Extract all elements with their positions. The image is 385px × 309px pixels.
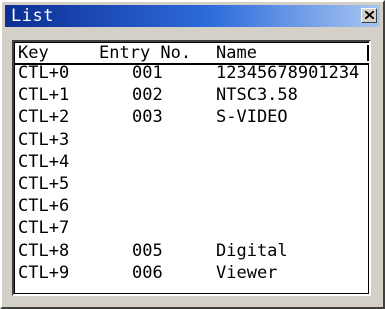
row-key: CTL+7 — [18, 218, 70, 239]
list-row[interactable]: CTL+2 003 S-VIDEO — [15, 107, 369, 130]
list-row[interactable]: CTL+1 002 NTSC3.58 — [15, 85, 369, 108]
row-key: CTL+8 — [18, 240, 70, 261]
column-header-entry-no: Entry No. — [99, 43, 192, 63]
row-key: CTL+6 — [18, 196, 70, 217]
row-entry-no: 003 — [132, 107, 163, 128]
list-window: List Key Entry No. Name CTL+0 001 12345678… — [0, 0, 385, 309]
list-body: Key Entry No. Name CTL+0 001 1234567890123… — [14, 42, 369, 294]
row-entry-no: 002 — [132, 85, 163, 106]
list-row[interactable]: CTL+0 001 12345678901234 — [15, 63, 369, 86]
entry-list[interactable]: Key Entry No. Name CTL+0 001 1234567890123… — [12, 40, 371, 296]
close-icon — [365, 11, 374, 19]
close-button[interactable] — [361, 8, 377, 23]
row-entry-no: 006 — [132, 262, 163, 283]
list-header: Key Entry No. Name — [15, 43, 369, 65]
list-row[interactable]: CTL+5 — [15, 174, 369, 197]
list-row[interactable]: CTL+8 005 Digital — [15, 240, 369, 264]
row-key: CTL+1 — [18, 85, 70, 106]
title-bar[interactable]: List — [5, 5, 380, 27]
header-divider — [367, 45, 369, 61]
list-row[interactable]: CTL+9 006 Viewer — [15, 262, 369, 286]
list-row[interactable]: CTL+4 — [15, 151, 369, 175]
row-entry-no: 001 — [132, 63, 163, 83]
row-key: CTL+0 — [18, 63, 70, 83]
row-name: Viewer — [216, 262, 278, 283]
window-title: List — [11, 6, 54, 26]
list-row[interactable]: CTL+3 — [15, 129, 369, 153]
column-header-name: Name — [216, 43, 257, 63]
row-key: CTL+9 — [18, 262, 70, 283]
list-row[interactable]: CTL+6 — [15, 196, 369, 219]
row-name: NTSC3.58 — [216, 85, 298, 106]
row-key: CTL+4 — [18, 151, 70, 172]
row-name: S-VIDEO — [216, 107, 288, 128]
row-name: Digital — [216, 240, 288, 261]
row-name: 12345678901234 — [216, 63, 360, 83]
row-key: CTL+2 — [18, 107, 70, 128]
row-key: CTL+3 — [18, 129, 70, 150]
column-header-key: Key — [18, 43, 49, 63]
row-key: CTL+5 — [18, 174, 70, 194]
row-entry-no: 005 — [132, 240, 163, 261]
list-row[interactable]: CTL+7 — [15, 218, 369, 241]
